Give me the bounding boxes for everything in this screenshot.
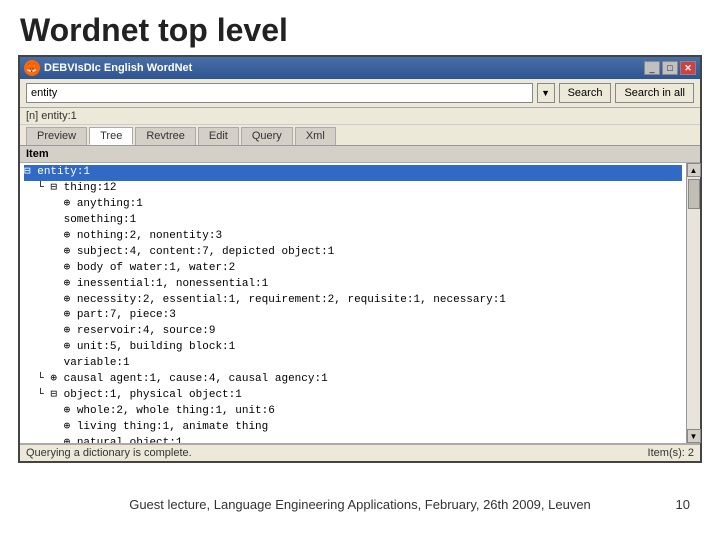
- status-bar: Querying a dictionary is complete. Item(…: [20, 444, 700, 461]
- tree-header: Item: [20, 146, 700, 163]
- tree-area: ⊟ entity:1 └ ⊟ thing:12 ⊕ anything:1 som…: [20, 163, 700, 443]
- maximize-button[interactable]: □: [662, 61, 678, 75]
- tab-query[interactable]: Query: [241, 127, 293, 145]
- tab-xml[interactable]: Xml: [295, 127, 336, 145]
- window-controls: _ □ ✕: [644, 61, 696, 75]
- search-in-all-button[interactable]: Search in all: [615, 83, 694, 103]
- info-row: [n] entity:1: [20, 108, 700, 125]
- scroll-thumb[interactable]: [688, 179, 700, 209]
- slide-footer: Guest lecture, Language Engineering Appl…: [0, 497, 720, 512]
- tab-tree[interactable]: Tree: [89, 127, 133, 145]
- tree-line[interactable]: ⊕ unit:5, building block:1: [24, 340, 682, 356]
- tree-line[interactable]: └ ⊟ object:1, physical object:1: [24, 388, 682, 404]
- app-icon: 🦊: [24, 60, 40, 76]
- close-button[interactable]: ✕: [680, 61, 696, 75]
- tree-line[interactable]: ⊕ natural object:1: [24, 436, 682, 443]
- tab-bar: Preview Tree Revtree Edit Query Xml: [20, 125, 700, 146]
- tree-line[interactable]: ⊕ subject:4, content:7, depicted object:…: [24, 245, 682, 261]
- title-bar: 🦊 DEBVIsDIc English WordNet _ □ ✕: [20, 57, 700, 79]
- scroll-down-button[interactable]: ▼: [687, 429, 701, 443]
- slide-page-number: 10: [676, 497, 690, 512]
- tree-line[interactable]: ⊕ necessity:2, essential:1, requirement:…: [24, 293, 682, 309]
- tree-line[interactable]: ⊟ entity:1: [24, 165, 682, 181]
- search-button[interactable]: Search: [559, 83, 612, 103]
- tree-line[interactable]: ⊕ inessential:1, nonessential:1: [24, 277, 682, 293]
- tree-line[interactable]: ⊕ reservoir:4, source:9: [24, 324, 682, 340]
- scrollbar[interactable]: ▲ ▼: [686, 163, 700, 443]
- tree-scroll[interactable]: ⊟ entity:1 └ ⊟ thing:12 ⊕ anything:1 som…: [20, 163, 686, 443]
- tab-preview[interactable]: Preview: [26, 127, 87, 145]
- tree-line[interactable]: ⊕ body of water:1, water:2: [24, 261, 682, 277]
- tree-line[interactable]: variable:1: [24, 356, 682, 372]
- tab-revtree[interactable]: Revtree: [135, 127, 196, 145]
- tree-line[interactable]: └ ⊟ thing:12: [24, 181, 682, 197]
- tree-line[interactable]: ⊕ anything:1: [24, 197, 682, 213]
- tree-line[interactable]: └ ⊕ causal agent:1, cause:4, causal agen…: [24, 372, 682, 388]
- tree-line[interactable]: ⊕ whole:2, whole thing:1, unit:6: [24, 404, 682, 420]
- dropdown-button[interactable]: ▼: [537, 83, 555, 103]
- tree-line[interactable]: something:1: [24, 213, 682, 229]
- item-count: Item(s): 2: [648, 447, 694, 459]
- toolbar: ▼ Search Search in all: [20, 79, 700, 108]
- minimize-button[interactable]: _: [644, 61, 660, 75]
- status-text: Querying a dictionary is complete.: [26, 447, 192, 459]
- search-input[interactable]: [26, 83, 533, 103]
- tree-line[interactable]: ⊕ nothing:2, nonentity:3: [24, 229, 682, 245]
- title-bar-left: 🦊 DEBVIsDIc English WordNet: [24, 60, 192, 76]
- tree-line[interactable]: ⊕ living thing:1, animate thing: [24, 420, 682, 436]
- tab-edit[interactable]: Edit: [198, 127, 239, 145]
- slide-title: Wordnet top level: [0, 0, 720, 55]
- scroll-up-button[interactable]: ▲: [687, 163, 701, 177]
- scroll-track[interactable]: [687, 177, 700, 429]
- application-window: 🦊 DEBVIsDIc English WordNet _ □ ✕ ▼ Sear…: [18, 55, 702, 463]
- tree-line[interactable]: ⊕ part:7, piece:3: [24, 308, 682, 324]
- tree-content: ⊟ entity:1 └ ⊟ thing:12 ⊕ anything:1 som…: [20, 163, 686, 443]
- window-title: DEBVIsDIc English WordNet: [44, 62, 192, 74]
